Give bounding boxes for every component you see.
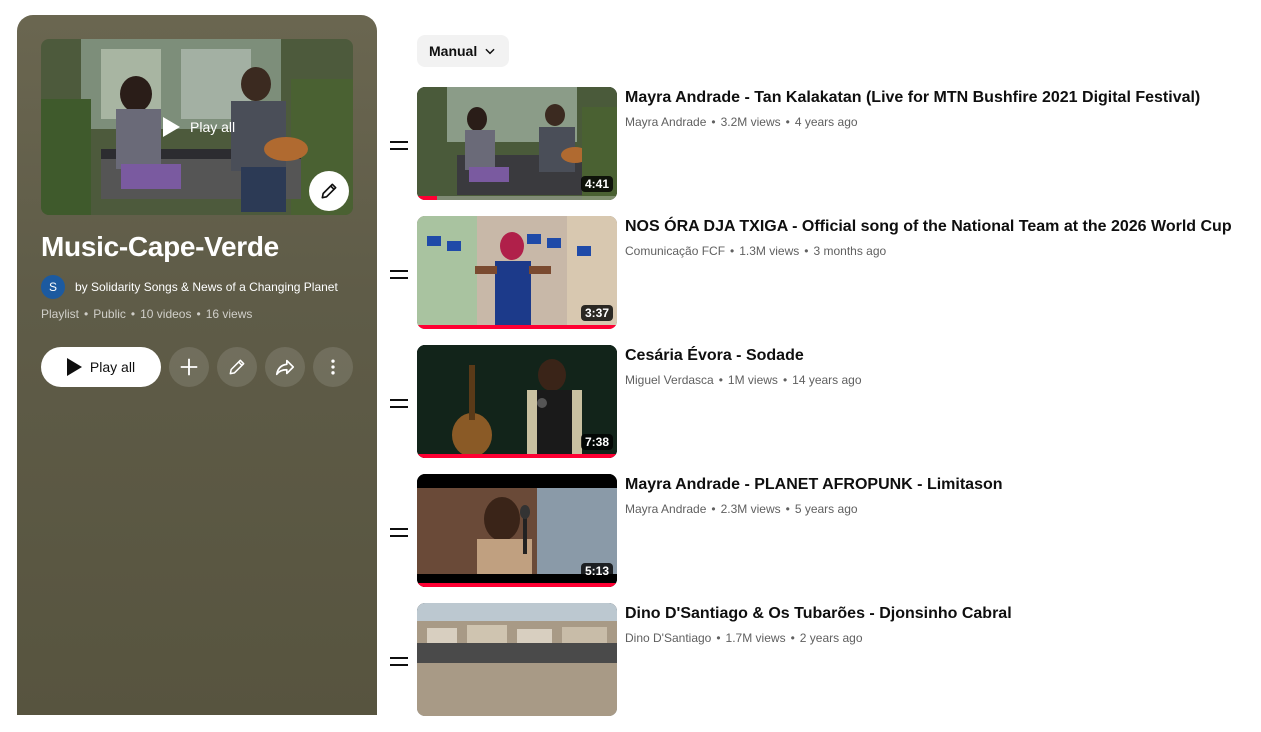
video-duration: 3:37 <box>580 305 613 321</box>
video-channel[interactable]: Mayra Andrade <box>625 502 706 516</box>
drag-handle-icon[interactable] <box>390 270 408 280</box>
hero-play-all-overlay[interactable]: Play all <box>163 117 235 137</box>
video-title[interactable]: NOS ÓRA DJA TXIGA - Official song of the… <box>625 216 1261 238</box>
drag-handle-icon[interactable] <box>390 399 408 409</box>
watch-progress-bar <box>417 325 617 329</box>
playlist-visibility: Public <box>93 307 126 321</box>
meta-separator: • <box>790 631 795 645</box>
video-thumbnail[interactable] <box>417 603 617 716</box>
playlist-title: Music-Cape-Verde <box>41 231 279 262</box>
meta-separator: • <box>804 244 809 258</box>
more-options-button[interactable] <box>313 347 353 387</box>
playlist-hero-thumbnail[interactable]: Play all <box>41 39 353 215</box>
play-all-button[interactable]: Play all <box>41 347 161 387</box>
meta-separator: • <box>730 244 735 258</box>
list-item[interactable]: 4:41 Mayra Andrade - Tan Kalakatan (Live… <box>385 87 1261 216</box>
video-title[interactable]: Mayra Andrade - PLANET AFROPUNK - Limita… <box>625 474 1261 496</box>
meta-separator: • <box>785 115 790 129</box>
video-age: 3 months ago <box>813 244 887 258</box>
video-channel[interactable]: Miguel Verdasca <box>625 373 714 387</box>
video-thumbnail[interactable]: 5:13 <box>417 474 617 587</box>
watch-progress-bar <box>417 196 617 200</box>
video-meta: Mayra Andrade • 2.3M views • 5 years ago <box>625 502 1261 516</box>
chevron-down-icon <box>485 48 495 55</box>
video-duration: 5:13 <box>580 563 613 579</box>
video-age: 14 years ago <box>792 373 862 387</box>
playlist-views: 16 views <box>205 307 253 321</box>
video-views: 3.2M views <box>720 115 781 129</box>
watch-progress-bar <box>417 583 617 587</box>
video-meta: Mayra Andrade • 3.2M views • 4 years ago <box>625 115 1261 129</box>
play-icon <box>163 117 180 137</box>
video-title[interactable]: Mayra Andrade - Tan Kalakatan (Live for … <box>625 87 1261 109</box>
avatar[interactable]: S <box>41 275 65 299</box>
add-to-playlist-button[interactable] <box>169 347 209 387</box>
meta-separator: • <box>711 502 716 516</box>
sort-dropdown[interactable]: Manual <box>417 35 510 67</box>
meta-separator: • <box>718 373 723 387</box>
list-item[interactable]: 7:38 Cesária Évora - Sodade Miguel Verda… <box>385 345 1261 474</box>
playlist-video-list: 4:41 Mayra Andrade - Tan Kalakatan (Live… <box>385 87 1261 732</box>
video-views: 2.3M views <box>720 502 781 516</box>
pencil-icon <box>321 183 337 199</box>
thumbnail-image <box>417 603 617 716</box>
video-age: 5 years ago <box>794 502 858 516</box>
video-info: Cesária Évora - Sodade Miguel Verdasca •… <box>625 345 1261 387</box>
video-views: 1.7M views <box>725 631 786 645</box>
playlist-actions: Play all <box>41 347 353 387</box>
drag-handle-icon[interactable] <box>390 528 408 538</box>
playlist-header-panel: Play all Music-Cape-Verde S by Solidarit… <box>17 15 377 715</box>
video-meta: Miguel Verdasca • 1M views • 14 years ag… <box>625 373 1261 387</box>
watch-progress-bar <box>417 454 617 458</box>
list-item[interactable]: 3:37 NOS ÓRA DJA TXIGA - Official song o… <box>385 216 1261 345</box>
list-item[interactable]: 5:13 Mayra Andrade - PLANET AFROPUNK - L… <box>385 474 1261 603</box>
owner-name[interactable]: by Solidarity Songs & News of a Changing… <box>75 280 338 294</box>
play-all-label: Play all <box>89 359 136 375</box>
share-button[interactable] <box>265 347 305 387</box>
video-channel[interactable]: Mayra Andrade <box>625 115 706 129</box>
meta-separator: • <box>782 373 788 387</box>
video-views: 1M views <box>727 373 778 387</box>
video-channel[interactable]: Comunicação FCF <box>625 244 725 258</box>
video-title[interactable]: Dino D'Santiago & Os Tubarões - Djonsinh… <box>625 603 1261 625</box>
video-duration: 7:38 <box>580 434 613 450</box>
more-vertical-icon <box>331 359 335 375</box>
video-duration: 4:41 <box>580 176 613 192</box>
playlist-video-count: 10 videos <box>140 307 192 321</box>
video-info: NOS ÓRA DJA TXIGA - Official song of the… <box>625 216 1261 258</box>
play-icon <box>66 358 82 376</box>
plus-icon <box>180 358 198 376</box>
video-meta: Dino D'Santiago • 1.7M views • 2 years a… <box>625 631 1261 645</box>
meta-separator: • <box>130 307 136 321</box>
video-thumbnail[interactable]: 7:38 <box>417 345 617 458</box>
video-thumbnail[interactable]: 3:37 <box>417 216 617 329</box>
edit-thumbnail-button[interactable] <box>309 171 349 211</box>
video-age: 4 years ago <box>794 115 858 129</box>
meta-separator: • <box>711 115 716 129</box>
playlist-owner: S by Solidarity Songs & News of a Changi… <box>41 275 338 299</box>
video-title[interactable]: Cesária Évora - Sodade <box>625 345 1261 367</box>
playlist-meta: Playlist • Public • 10 videos • 16 views <box>41 307 252 321</box>
video-channel[interactable]: Dino D'Santiago <box>625 631 711 645</box>
hero-play-label: Play all <box>190 119 236 135</box>
sort-label: Manual <box>429 43 478 59</box>
edit-playlist-button[interactable] <box>217 347 257 387</box>
list-item[interactable]: Dino D'Santiago & Os Tubarões - Djonsinh… <box>385 603 1261 732</box>
drag-handle-icon[interactable] <box>390 141 408 151</box>
meta-separator: • <box>196 307 201 321</box>
pencil-icon <box>229 359 245 375</box>
meta-separator: • <box>84 307 89 321</box>
share-icon <box>275 359 295 376</box>
video-info: Mayra Andrade - PLANET AFROPUNK - Limita… <box>625 474 1261 516</box>
video-meta: Comunicação FCF • 1.3M views • 3 months … <box>625 244 1261 258</box>
video-info: Dino D'Santiago & Os Tubarões - Djonsinh… <box>625 603 1261 645</box>
meta-separator: • <box>716 631 721 645</box>
video-age: 2 years ago <box>799 631 863 645</box>
playlist-type: Playlist <box>41 307 80 321</box>
video-views: 1.3M views <box>739 244 800 258</box>
video-info: Mayra Andrade - Tan Kalakatan (Live for … <box>625 87 1261 129</box>
meta-separator: • <box>785 502 790 516</box>
video-thumbnail[interactable]: 4:41 <box>417 87 617 200</box>
